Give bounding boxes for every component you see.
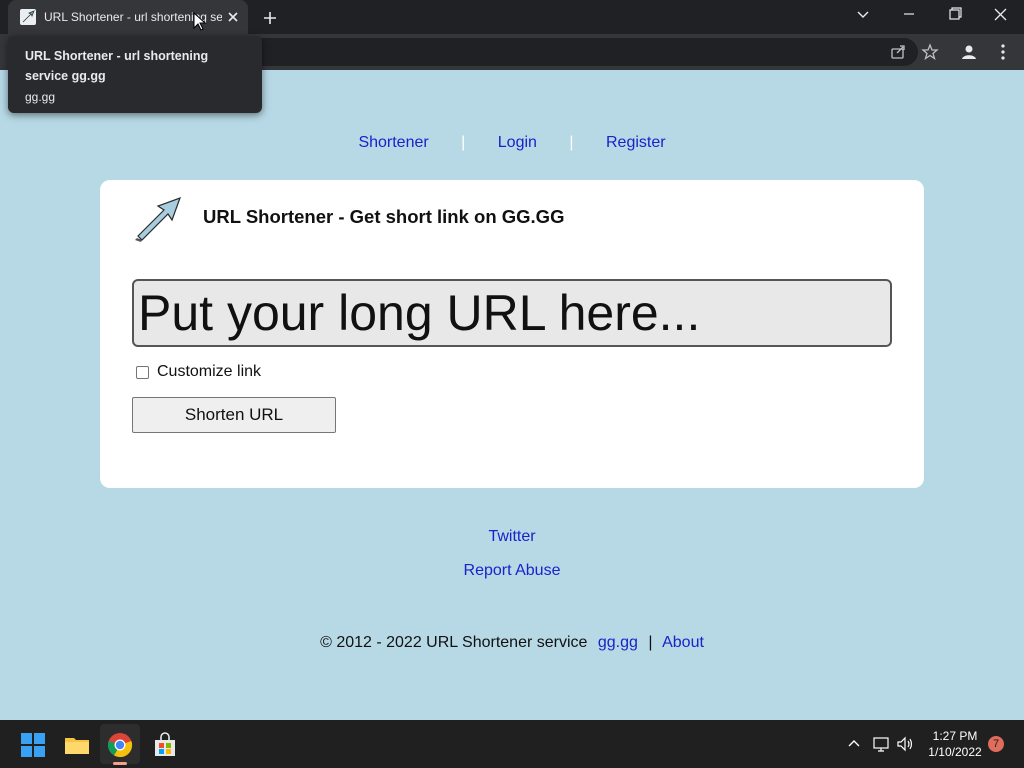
clock-time: 1:27 PM xyxy=(932,729,978,743)
share-icon[interactable] xyxy=(888,42,908,62)
copyright-line: © 2012 - 2022 URL Shortener service gg.g… xyxy=(0,634,1024,652)
nav-login-link[interactable]: Login xyxy=(498,134,537,151)
footer-link-row: Report Abuse xyxy=(0,562,1024,580)
tab-search-chevron-icon[interactable] xyxy=(840,0,886,34)
minimize-icon[interactable] xyxy=(886,0,932,34)
about-link[interactable]: About xyxy=(662,634,704,651)
arrow-logo-icon xyxy=(132,194,184,244)
chrome-icon[interactable] xyxy=(107,732,133,758)
tab-close-icon[interactable] xyxy=(224,8,242,26)
file-explorer-icon[interactable] xyxy=(64,732,90,758)
copyright-text: © 2012 - 2022 URL Shortener service xyxy=(320,634,588,651)
long-url-input[interactable] xyxy=(132,279,892,347)
clock-date: 1/10/2022 xyxy=(928,745,982,759)
tab-tooltip: URL Shortener - url shortening service g… xyxy=(8,36,262,113)
browser-tab[interactable]: URL Shortener - url shortening se xyxy=(8,0,248,34)
nav-separator: | xyxy=(461,134,466,151)
site-favicon-icon xyxy=(20,9,36,25)
nav-separator: | xyxy=(569,134,574,151)
new-tab-plus-icon[interactable] xyxy=(260,8,280,28)
shortener-card: URL Shortener - Get short link on GG.GG … xyxy=(100,180,924,488)
nav-register-link[interactable]: Register xyxy=(606,134,666,151)
close-window-icon[interactable] xyxy=(978,0,1024,34)
twitter-link[interactable]: Twitter xyxy=(488,528,535,545)
browser-titlebar: URL Shortener - url shortening se xyxy=(0,0,1024,34)
tooltip-url: gg.gg xyxy=(25,90,56,104)
footer-link-row: Twitter xyxy=(0,528,1024,546)
windows-start-icon[interactable] xyxy=(20,732,46,758)
footer-separator: | xyxy=(648,634,653,651)
tooltip-title: URL Shortener - url shortening service g… xyxy=(25,49,209,83)
customize-link-label: Customize link xyxy=(157,363,262,380)
bookmark-star-icon[interactable] xyxy=(920,42,940,62)
menu-kebab-icon[interactable] xyxy=(993,42,1013,62)
top-navigation: Shortener | Login | Register xyxy=(0,134,1024,152)
shorten-url-button[interactable]: Shorten URL xyxy=(132,397,336,433)
active-app-indicator xyxy=(113,762,127,765)
notification-badge[interactable]: 7 xyxy=(988,736,1004,752)
card-title: URL Shortener - Get short link on GG.GG xyxy=(203,206,565,227)
chevron-up-icon[interactable] xyxy=(845,735,863,753)
customize-link-checkbox[interactable] xyxy=(136,365,149,379)
restore-icon[interactable] xyxy=(932,0,978,34)
volume-icon[interactable] xyxy=(896,735,914,753)
nav-shortener-link[interactable]: Shortener xyxy=(358,134,428,151)
windows-taskbar: 1:27 PM 1/10/2022 7 xyxy=(0,720,1024,768)
site-home-link[interactable]: gg.gg xyxy=(598,634,638,651)
profile-avatar-icon[interactable] xyxy=(959,42,979,62)
microsoft-store-icon[interactable] xyxy=(152,732,178,758)
customize-link-option[interactable]: Customize link xyxy=(136,363,261,381)
report-abuse-link[interactable]: Report Abuse xyxy=(464,562,561,579)
network-icon[interactable] xyxy=(872,735,890,753)
taskbar-clock[interactable]: 1:27 PM 1/10/2022 xyxy=(922,728,988,760)
mouse-cursor-icon xyxy=(193,11,207,32)
